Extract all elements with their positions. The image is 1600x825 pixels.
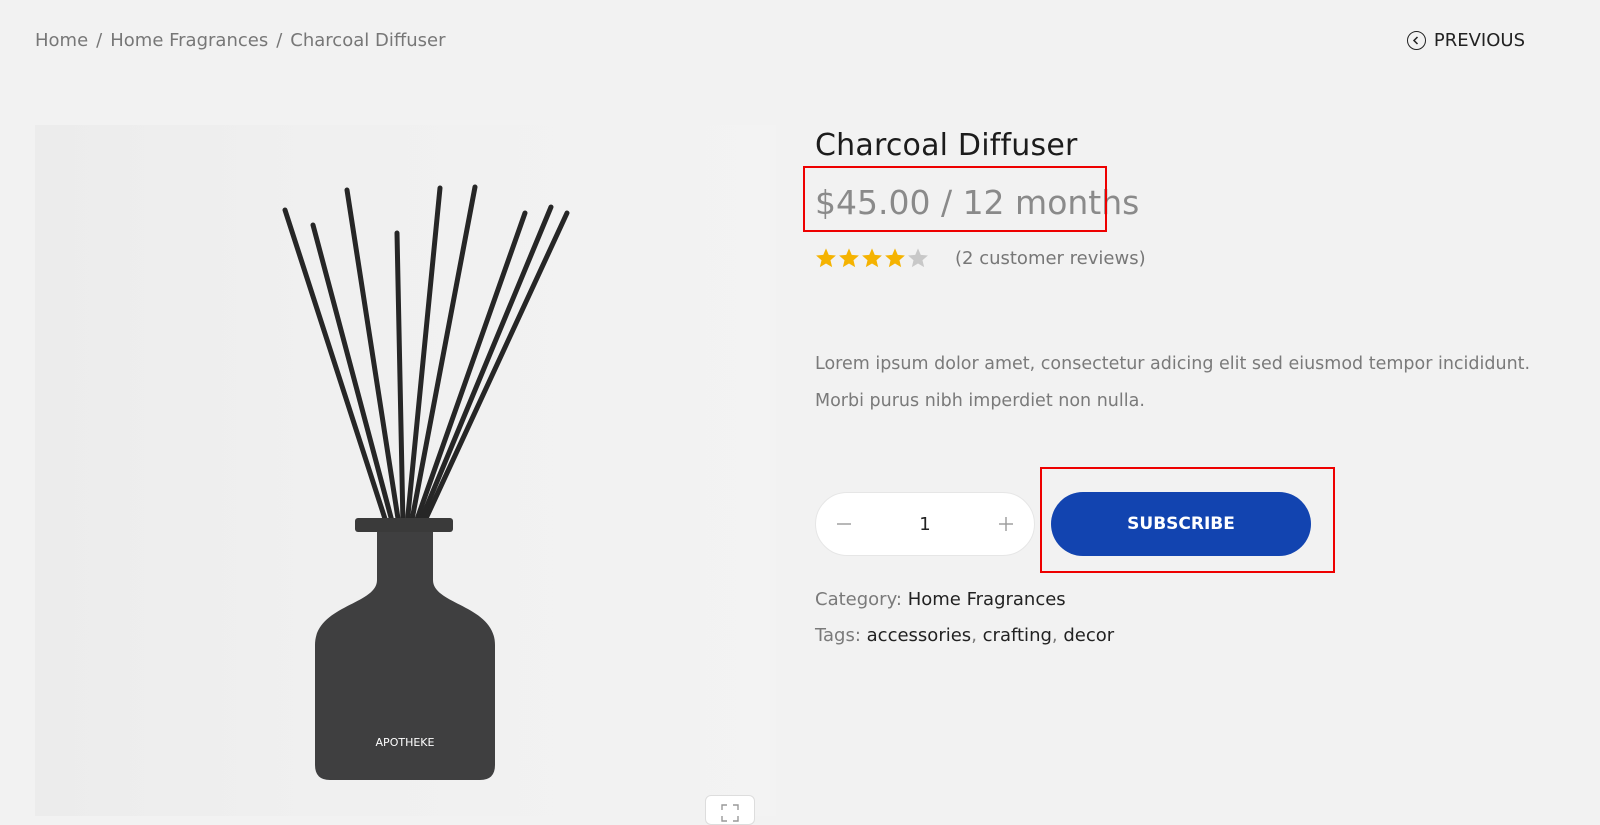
- previous-label: PREVIOUS: [1433, 30, 1525, 51]
- star-filled-icon: [862, 248, 882, 268]
- breadcrumb-current: Charcoal Diffuser: [290, 30, 446, 51]
- tags-label: Tags:: [815, 625, 861, 646]
- category-link[interactable]: Home Fragrances: [908, 589, 1066, 610]
- diffuser-illustration: APOTHEKE: [282, 184, 570, 780]
- subscribe-button[interactable]: SUBSCRIBE: [1051, 492, 1311, 556]
- product-image[interactable]: APOTHEKE: [35, 125, 776, 816]
- product-title: Charcoal Diffuser: [815, 128, 1078, 163]
- breadcrumb-separator: /: [276, 30, 283, 51]
- product-category: Category: Home Fragrances: [815, 589, 1066, 610]
- star-empty-icon: [908, 248, 928, 268]
- breadcrumb: Home / Home Fragrances / Charcoal Diffuser: [35, 30, 445, 51]
- tag-link[interactable]: accessories: [867, 625, 972, 646]
- tag-link[interactable]: decor: [1063, 625, 1114, 646]
- product-description: Lorem ipsum dolor amet, consectetur adic…: [815, 346, 1575, 420]
- category-label: Category:: [815, 589, 902, 610]
- tag-separator: ,: [971, 625, 977, 646]
- plus-icon[interactable]: [994, 510, 1018, 538]
- product-price: $45.00 / 12 months: [815, 183, 1140, 222]
- product-tags: Tags: accessories, crafting, decor: [815, 625, 1114, 646]
- tag-separator: ,: [1051, 625, 1058, 646]
- minus-icon[interactable]: [832, 510, 856, 538]
- description-line: Morbi purus nibh imperdiet non nulla.: [815, 391, 1145, 411]
- breadcrumb-home[interactable]: Home: [35, 30, 88, 51]
- star-filled-icon: [839, 248, 859, 268]
- description-line: Lorem ipsum dolor amet, consectetur adic…: [815, 354, 1531, 374]
- star-filled-icon: [885, 248, 905, 268]
- tag-link[interactable]: crafting: [983, 625, 1052, 646]
- zoom-button[interactable]: [705, 795, 755, 825]
- bottle-label: APOTHEKE: [376, 736, 435, 749]
- product-rating: (2 customer reviews): [815, 247, 1146, 269]
- star-filled-icon: [816, 248, 836, 268]
- breadcrumb-separator: /: [96, 30, 103, 51]
- chevron-left-icon: [1406, 31, 1426, 50]
- breadcrumb-home-fragrances[interactable]: Home Fragrances: [110, 30, 268, 51]
- expand-icon: [721, 804, 739, 822]
- reviews-link[interactable]: (2 customer reviews): [955, 248, 1146, 269]
- quantity-input[interactable]: [893, 512, 957, 536]
- quantity-stepper: [815, 492, 1035, 556]
- star-rating: [815, 247, 929, 269]
- previous-link[interactable]: PREVIOUS: [1406, 30, 1525, 51]
